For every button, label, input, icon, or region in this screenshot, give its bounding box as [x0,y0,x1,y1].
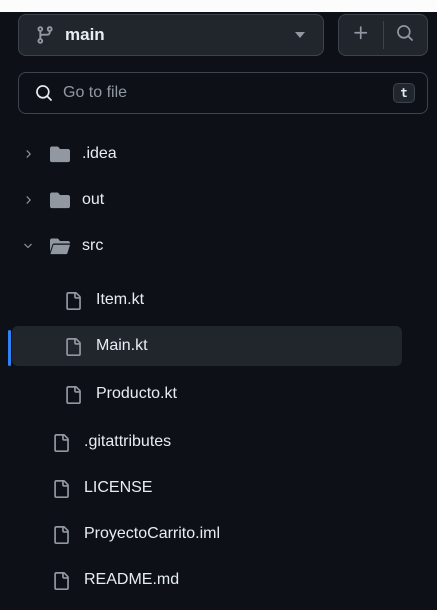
file-icon [52,525,72,544]
chevron-down-icon [22,240,34,252]
file-icon [64,385,84,404]
chevron-right-icon [22,194,34,206]
go-to-file-input[interactable]: Go to file t [18,72,428,114]
tree-actions [338,14,428,56]
top-edge-strip [0,0,437,12]
tree-item-license[interactable]: LICENSE [52,468,412,508]
file-icon [52,433,72,452]
tree-item-readme-md[interactable]: README.md [52,560,412,600]
tree-item-item-kt[interactable]: Item.kt [64,280,404,320]
tree-item-label: .gitattributes [84,433,172,450]
tree-item-idea[interactable]: .idea [22,134,422,174]
tree-item-label: .idea [82,145,117,162]
tree-item-proyectocarrito-iml[interactable]: ProyectoCarrito.iml [52,514,412,554]
tree-item-label: LICENSE [84,479,153,496]
file-icon [52,571,72,590]
chevron-right-icon [22,148,34,160]
search-icon [396,24,414,47]
search-files-button[interactable] [384,15,428,55]
shortcut-key-badge: t [393,83,415,103]
file-icon [64,337,84,356]
file-icon [52,479,72,498]
folder-icon [50,145,70,163]
folder-icon [50,191,70,209]
tree-item-out[interactable]: out [22,180,422,220]
chevron-down-icon [295,32,305,38]
add-file-button[interactable] [339,15,383,55]
file-icon [64,291,84,310]
tree-item-label: Item.kt [96,291,145,308]
tree-item-label: out [82,191,105,208]
git-branch-icon [35,25,55,45]
tree-item-producto-kt[interactable]: Producto.kt [64,374,404,414]
file-tree-panel: main Go to file t .idea out src Item.kt … [0,12,437,610]
tree-item-gitattributes[interactable]: .gitattributes [52,422,412,462]
search-placeholder: Go to file [63,84,128,101]
search-icon [35,84,53,102]
tree-item-label: README.md [84,571,180,588]
branch-name: main [65,25,105,44]
tree-item-label: Producto.kt [96,385,177,402]
plus-icon [352,24,370,47]
branch-selector-button[interactable]: main [18,14,324,56]
tree-item-label: src [82,237,104,254]
folder-open-icon [50,237,70,255]
tree-item-src[interactable]: src [22,226,422,266]
selection-indicator [8,330,11,366]
tree-item-main-kt[interactable]: Main.kt [12,326,402,366]
tree-item-label: ProyectoCarrito.iml [84,525,221,542]
tree-item-label: Main.kt [96,337,148,354]
tree-toolbar: main [18,14,428,56]
